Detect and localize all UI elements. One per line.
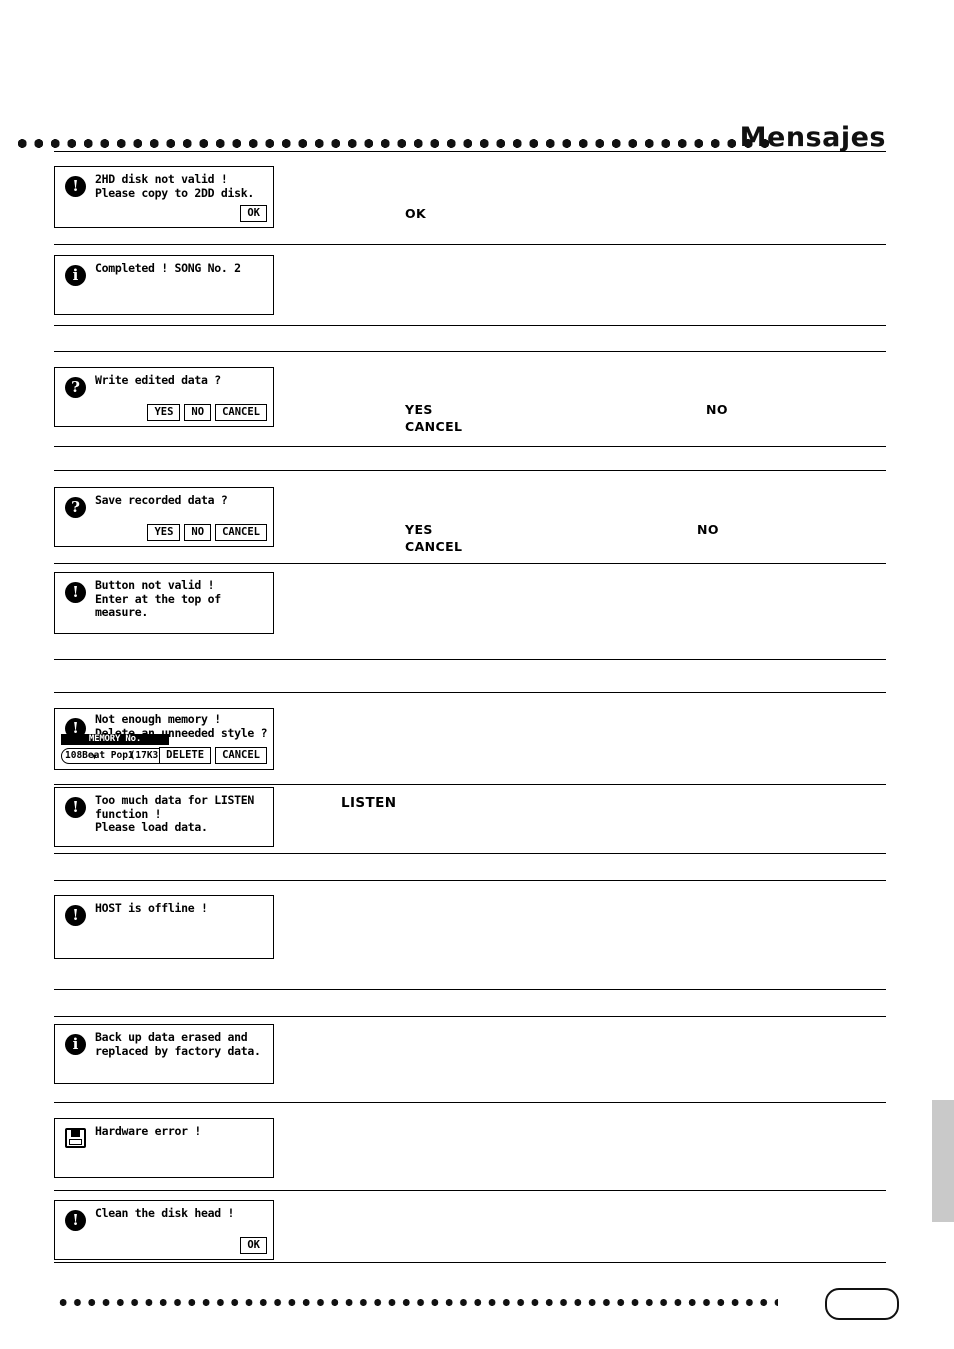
section-divider	[54, 1016, 886, 1017]
lcd-panel-save-recorded-data: ? Save recorded data ? YES NO CANCEL	[54, 487, 274, 547]
lcd-message-text: Completed ! SONG No. 2	[95, 261, 241, 275]
exclamation-icon: !	[65, 797, 86, 818]
header-dot-rule	[14, 139, 774, 148]
lcd-message-text: Save recorded data ?	[95, 493, 228, 507]
page-title: Mensajes	[739, 122, 886, 153]
question-icon: ?	[65, 497, 86, 518]
page-header: Mensajes	[0, 60, 954, 153]
lcd-button-row: YES NO CANCEL	[147, 404, 267, 421]
yes-button[interactable]: YES	[147, 524, 181, 541]
lcd-panel-backup-data-erased: i Back up data erased and replaced by fa…	[54, 1024, 274, 1084]
annotation-no: NO	[706, 402, 728, 417]
section-divider	[54, 659, 886, 660]
cancel-button[interactable]: CANCEL	[215, 524, 267, 541]
lcd-panel-button-not-valid: ! Button not valid ! Enter at the top of…	[54, 572, 274, 634]
section-divider	[54, 351, 886, 352]
page-number-box	[825, 1288, 899, 1320]
annotation-ok: OK	[405, 206, 427, 221]
section-divider	[54, 989, 886, 990]
section-divider	[54, 853, 886, 854]
lcd-panel-2hd-disk-not-valid: ! 2HD disk not valid ! Please copy to 2D…	[54, 166, 274, 228]
lcd-message-text: Too much data for LISTEN function ! Plea…	[95, 793, 254, 834]
exclamation-icon: !	[65, 1210, 86, 1231]
section-divider	[54, 692, 886, 693]
no-button[interactable]: NO	[184, 404, 212, 421]
lcd-panel-hardware-error: Hardware error !	[54, 1118, 274, 1178]
lcd-message-text: Button not valid ! Enter at the top of m…	[95, 578, 221, 619]
lcd-panel-clean-disk-head: ! Clean the disk head ! OK	[54, 1200, 274, 1260]
information-icon: i	[65, 1034, 86, 1055]
annotation-listen: LISTEN	[341, 795, 397, 811]
no-button[interactable]: NO	[184, 524, 212, 541]
memory-arrows-icon: ▼	[92, 752, 97, 761]
annotation-yes-cancel: YES CANCEL	[405, 402, 463, 434]
lcd-message-text: Write edited data ?	[95, 373, 221, 387]
lcd-message-text: Back up data erased and replaced by fact…	[95, 1030, 261, 1058]
memory-no-label: MEMORY No.	[61, 734, 169, 745]
ok-button[interactable]: OK	[240, 205, 267, 222]
question-icon: ?	[65, 377, 86, 398]
section-divider	[54, 1102, 886, 1103]
disk-icon	[65, 1128, 86, 1149]
section-divider	[54, 1190, 886, 1191]
lcd-message-text: Clean the disk head !	[95, 1206, 235, 1220]
section-divider	[54, 470, 886, 471]
delete-button[interactable]: DELETE	[159, 747, 212, 764]
exclamation-icon: !	[65, 176, 86, 197]
lcd-button-row: DELETE CANCEL	[159, 747, 267, 764]
lcd-message-text: HOST is offline !	[95, 901, 208, 915]
lcd-message-text: 2HD disk not valid ! Please copy to 2DD …	[95, 172, 254, 200]
information-icon: i	[65, 265, 86, 286]
memory-value: 108Beat Pop1	[65, 750, 134, 761]
exclamation-icon: !	[65, 582, 86, 603]
side-tab-marker	[932, 1100, 954, 1222]
exclamation-icon: !	[65, 905, 86, 926]
lcd-button-row: OK	[240, 1237, 267, 1254]
lcd-message-text: Hardware error !	[95, 1124, 201, 1138]
yes-button[interactable]: YES	[147, 404, 181, 421]
lcd-panel-host-offline: ! HOST is offline !	[54, 895, 274, 959]
ok-button[interactable]: OK	[240, 1237, 267, 1254]
cancel-button[interactable]: CANCEL	[215, 404, 267, 421]
section-divider	[54, 563, 886, 564]
lcd-panel-write-edited-data: ? Write edited data ? YES NO CANCEL	[54, 367, 274, 427]
annotation-no: NO	[697, 522, 719, 537]
lcd-button-row: OK	[240, 205, 267, 222]
lcd-button-row: YES NO CANCEL	[147, 524, 267, 541]
section-divider	[54, 784, 886, 785]
section-divider	[54, 1262, 886, 1263]
annotation-yes-cancel: YES CANCEL	[405, 522, 463, 554]
cancel-button[interactable]: CANCEL	[215, 747, 267, 764]
section-divider	[54, 325, 886, 326]
section-divider	[54, 880, 886, 881]
section-divider	[54, 446, 886, 447]
footer-dot-rule	[56, 1299, 778, 1306]
lcd-panel-too-much-data-listen: ! Too much data for LISTEN function ! Pl…	[54, 787, 274, 847]
section-divider	[54, 244, 886, 245]
lcd-panel-not-enough-memory: ! Not enough memory ! Delete an unneeded…	[54, 708, 274, 770]
memory-value-field[interactable]: 108Beat Pop1 (17K3) ▼	[61, 748, 169, 764]
lcd-panel-completed-song: i Completed ! SONG No. 2	[54, 255, 274, 315]
section-divider	[54, 151, 886, 152]
